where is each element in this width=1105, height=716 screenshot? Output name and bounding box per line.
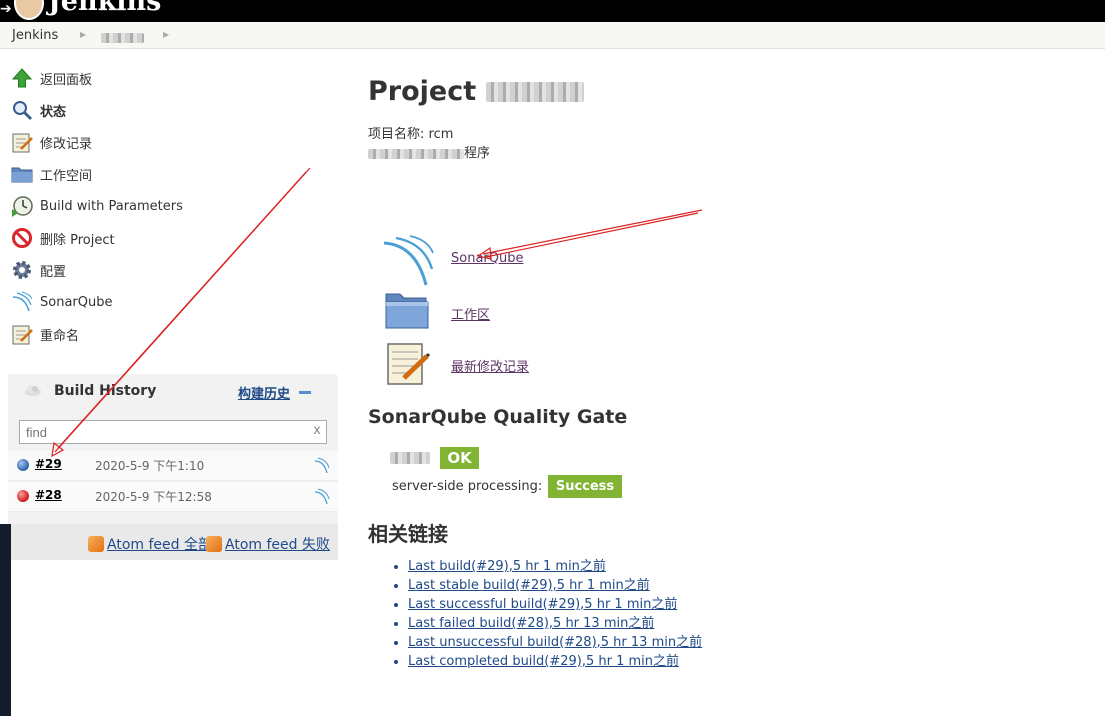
gear-icon xyxy=(11,259,33,281)
top-header: ➔ Jenkins xyxy=(0,0,1105,22)
list-item: Last failed build(#28),5 hr 13 min之前 xyxy=(408,614,702,633)
build-history-title: Build History xyxy=(54,383,157,399)
blue-status-ball-icon[interactable] xyxy=(17,459,29,471)
build-number-link[interactable]: #29 xyxy=(35,457,62,471)
cloud-icon xyxy=(24,383,42,401)
list-item: Last successful build(#29),5 hr 1 min之前 xyxy=(408,595,702,614)
processing-status-badge: Success xyxy=(548,475,622,498)
sidebar-item-build-with-parameters[interactable]: Build with Parameters xyxy=(11,194,183,218)
rss-icon xyxy=(88,536,104,552)
left-edge-bar xyxy=(0,524,11,716)
sonarqube-icon[interactable] xyxy=(314,487,330,505)
folder-icon xyxy=(11,163,33,185)
atom-feeds: Atom feed 全部 Atom feed 失败 xyxy=(8,524,338,560)
list-item: Last unsuccessful build(#28),5 hr 13 min… xyxy=(408,633,702,652)
project-name-redacted xyxy=(485,82,584,102)
sidebar-item-status[interactable]: 状态 xyxy=(11,98,66,122)
jenkins-title[interactable]: Jenkins xyxy=(48,0,161,17)
last-successful-build-link[interactable]: Last successful build(#29),5 hr 1 min之前 xyxy=(408,597,677,612)
build-search-input[interactable] xyxy=(20,421,305,443)
build-date: 2020-5-9 下午1:10 xyxy=(95,459,205,473)
project-name-line: 项目名称: rcm xyxy=(368,127,454,142)
sonarqube-link[interactable]: SonarQube xyxy=(451,251,523,266)
atom-feed-all-link[interactable]: Atom feed 全部 xyxy=(88,534,212,554)
sonarqube-icon[interactable] xyxy=(382,235,434,286)
red-status-ball-icon[interactable] xyxy=(17,490,29,502)
clear-search-icon[interactable]: x xyxy=(313,423,321,438)
breadcrumb-chevron-icon[interactable]: ▶ xyxy=(163,30,169,39)
breadcrumb-chevron-icon[interactable]: ▶ xyxy=(80,30,86,39)
quality-gate-project-redacted xyxy=(390,450,430,465)
sidebar-item-configure[interactable]: 配置 xyxy=(11,258,66,282)
sidebar-item-sonarqube[interactable]: SonarQube xyxy=(11,290,112,314)
build-date: 2020-5-9 下午12:58 xyxy=(95,490,212,504)
notepad-icon xyxy=(11,323,33,345)
list-item: Last stable build(#29),5 hr 1 min之前 xyxy=(408,576,702,595)
sidebar-item-rename[interactable]: 重命名 xyxy=(11,322,79,346)
last-build-link[interactable]: Last build(#29),5 hr 1 min之前 xyxy=(408,559,606,574)
build-row: #28 2020-5-9 下午12:58 xyxy=(8,482,338,512)
action-workspace: 工作区 xyxy=(382,288,682,336)
up-arrow-icon xyxy=(11,67,33,89)
sidebar-item-workspace[interactable]: 工作空间 xyxy=(11,162,92,186)
build-history-header: Build History 构建历史 xyxy=(8,374,338,408)
jenkins-logo[interactable] xyxy=(14,0,44,20)
action-sonarqube: SonarQube xyxy=(382,235,682,286)
processing-label: server-side processing: xyxy=(392,479,543,494)
last-failed-build-link[interactable]: Last failed build(#28),5 hr 13 min之前 xyxy=(408,616,654,631)
quality-gate-title: SonarQube Quality Gate xyxy=(368,406,628,428)
sidebar-item-delete-project[interactable]: 删除 Project xyxy=(11,226,115,250)
rss-icon xyxy=(206,536,222,552)
list-item: Last build(#29),5 hr 1 min之前 xyxy=(408,557,702,576)
build-clock-icon xyxy=(11,195,33,217)
build-number-link[interactable]: #28 xyxy=(35,488,62,502)
sidebar-item-changes[interactable]: 修改记录 xyxy=(11,130,92,154)
related-links-list: Last build(#29),5 hr 1 min之前 Last stable… xyxy=(390,557,702,671)
breadcrumb: Jenkins ▶ ▶ xyxy=(0,22,1105,49)
search-icon xyxy=(11,99,33,121)
build-search-box: x xyxy=(19,420,327,444)
recent-changes-link[interactable]: 最新修改记录 xyxy=(451,356,529,375)
action-recent-changes: 最新修改记录 xyxy=(382,340,682,388)
last-unsuccessful-build-link[interactable]: Last unsuccessful build(#28),5 hr 13 min… xyxy=(408,635,702,650)
no-entry-icon xyxy=(11,227,33,249)
list-item: Last completed build(#29),5 hr 1 min之前 xyxy=(408,652,702,671)
build-row: #29 2020-5-9 下午1:10 xyxy=(8,451,338,481)
last-stable-build-link[interactable]: Last stable build(#29),5 hr 1 min之前 xyxy=(408,578,650,593)
collapse-icon[interactable] xyxy=(299,391,311,394)
breadcrumb-project[interactable] xyxy=(101,30,144,45)
project-description: 程序 xyxy=(368,142,490,161)
sonarqube-icon xyxy=(11,291,33,313)
build-trend-link[interactable]: 构建历史 xyxy=(238,383,290,402)
breadcrumb-jenkins[interactable]: Jenkins xyxy=(12,28,58,43)
quality-gate-status-badge: OK xyxy=(440,447,479,469)
build-history-panel: Build History 构建历史 x #29 2020-5-9 下午1:10… xyxy=(8,374,338,560)
workspace-link[interactable]: 工作区 xyxy=(451,304,490,323)
atom-feed-failed-link[interactable]: Atom feed 失败 xyxy=(206,534,330,554)
page-title: Project xyxy=(368,76,584,107)
notepad-icon xyxy=(11,131,33,153)
arrow-right-icon: ➔ xyxy=(0,1,12,17)
related-links-title: 相关链接 xyxy=(368,522,448,546)
last-completed-build-link[interactable]: Last completed build(#29),5 hr 1 min之前 xyxy=(408,654,679,669)
sidebar-item-back-to-dashboard[interactable]: 返回面板 xyxy=(11,66,92,90)
notepad-icon[interactable] xyxy=(382,340,434,388)
sonarqube-icon[interactable] xyxy=(314,456,330,474)
folder-icon[interactable] xyxy=(382,288,434,336)
